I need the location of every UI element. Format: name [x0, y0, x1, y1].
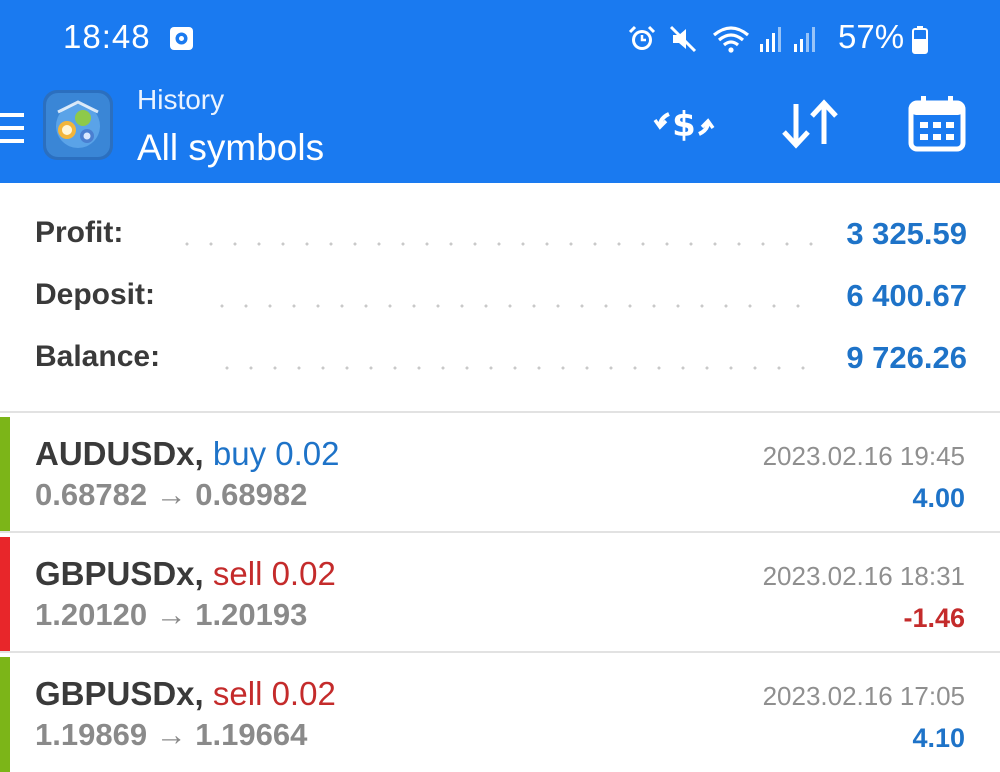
currency-exchange-icon: $: [652, 98, 716, 155]
deal-type: sell 0.02: [212, 555, 336, 592]
battery-icon: [912, 26, 928, 59]
balance-value: 9 726.26: [836, 340, 967, 376]
hamburger-menu-icon[interactable]: [0, 108, 24, 148]
dotted-leader: [175, 242, 817, 246]
loss-indicator-bar: [0, 537, 10, 652]
deal-row[interactable]: GBPUSDx, sell 0.02 1.20120 → 1.20193 202…: [0, 531, 1000, 652]
deal-prices: 0.68782 → 0.68982: [35, 477, 308, 512]
deal-profit: 4.10: [912, 723, 965, 753]
app-logo: [43, 90, 113, 160]
app-header: 18:48 57% History All symbols $: [0, 0, 1000, 183]
profit-label: Profit:: [35, 216, 134, 250]
profit-indicator-bar: [0, 417, 10, 532]
mute-icon: [669, 24, 697, 54]
calendar-icon: [907, 94, 967, 159]
profit-indicator-bar: [0, 657, 10, 772]
profit-value: 3 325.59: [836, 216, 967, 252]
toolbar-subtitle: History: [137, 84, 225, 115]
deal-row[interactable]: GBPUSDx, sell 0.02 1.19869 → 1.19664 202…: [0, 651, 1000, 772]
deal-profit: 4.00: [912, 483, 965, 513]
deposit-label: Deposit:: [35, 278, 165, 312]
deal-type: sell 0.02: [212, 675, 336, 712]
balance-row: Balance: 9 726.26: [35, 340, 967, 390]
sort-icon: [778, 98, 842, 155]
dotted-leader: [215, 366, 817, 370]
status-bar: 18:48 57%: [0, 0, 1000, 80]
svg-text:$: $: [672, 105, 696, 145]
deal-profit: -1.46: [903, 603, 965, 633]
deal-header: GBPUSDx, sell 0.02: [35, 555, 336, 593]
toolbar: History All symbols $: [0, 80, 1000, 183]
deal-row[interactable]: AUDUSDx, buy 0.02 0.68782 → 0.68982 2023…: [0, 411, 1000, 532]
history-summary: Profit: 3 325.59 Deposit: 6 400.67 Balan…: [0, 183, 1000, 411]
signal-icon: [759, 24, 783, 54]
balance-label: Balance:: [35, 340, 171, 374]
status-time: 18:48: [63, 18, 151, 55]
deal-time: 2023.02.16 17:05: [762, 681, 965, 711]
status-icons: [627, 22, 817, 56]
deal-symbol: GBPUSDx,: [35, 675, 204, 712]
deposit-row: Deposit: 6 400.67: [35, 278, 967, 328]
currency-exchange-button[interactable]: $: [652, 94, 716, 158]
deposit-value: 6 400.67: [836, 278, 967, 314]
wifi-icon: [711, 24, 751, 54]
deal-prices: 1.20120 → 1.20193: [35, 597, 308, 632]
signal-icon: [793, 24, 817, 54]
deal-time: 2023.02.16 19:45: [762, 441, 965, 471]
deal-time: 2023.02.16 18:31: [762, 561, 965, 591]
deal-symbol: AUDUSDx,: [35, 435, 204, 472]
deal-header: AUDUSDx, buy 0.02: [35, 435, 339, 473]
sort-button[interactable]: [778, 94, 842, 158]
alarm-icon: [627, 24, 657, 54]
battery-percentage: 57%: [838, 18, 905, 55]
deal-type: buy 0.02: [212, 435, 340, 472]
profit-row: Profit: 3 325.59: [35, 216, 967, 266]
deal-prices: 1.19869 → 1.19664: [35, 717, 308, 752]
deal-header: GBPUSDx, sell 0.02: [35, 675, 336, 713]
calendar-button[interactable]: [905, 94, 969, 158]
app-notification-icon: [170, 27, 193, 50]
deal-symbol: GBPUSDx,: [35, 555, 204, 592]
symbol-filter-title[interactable]: All symbols: [137, 127, 324, 169]
dotted-leader: [210, 304, 817, 308]
